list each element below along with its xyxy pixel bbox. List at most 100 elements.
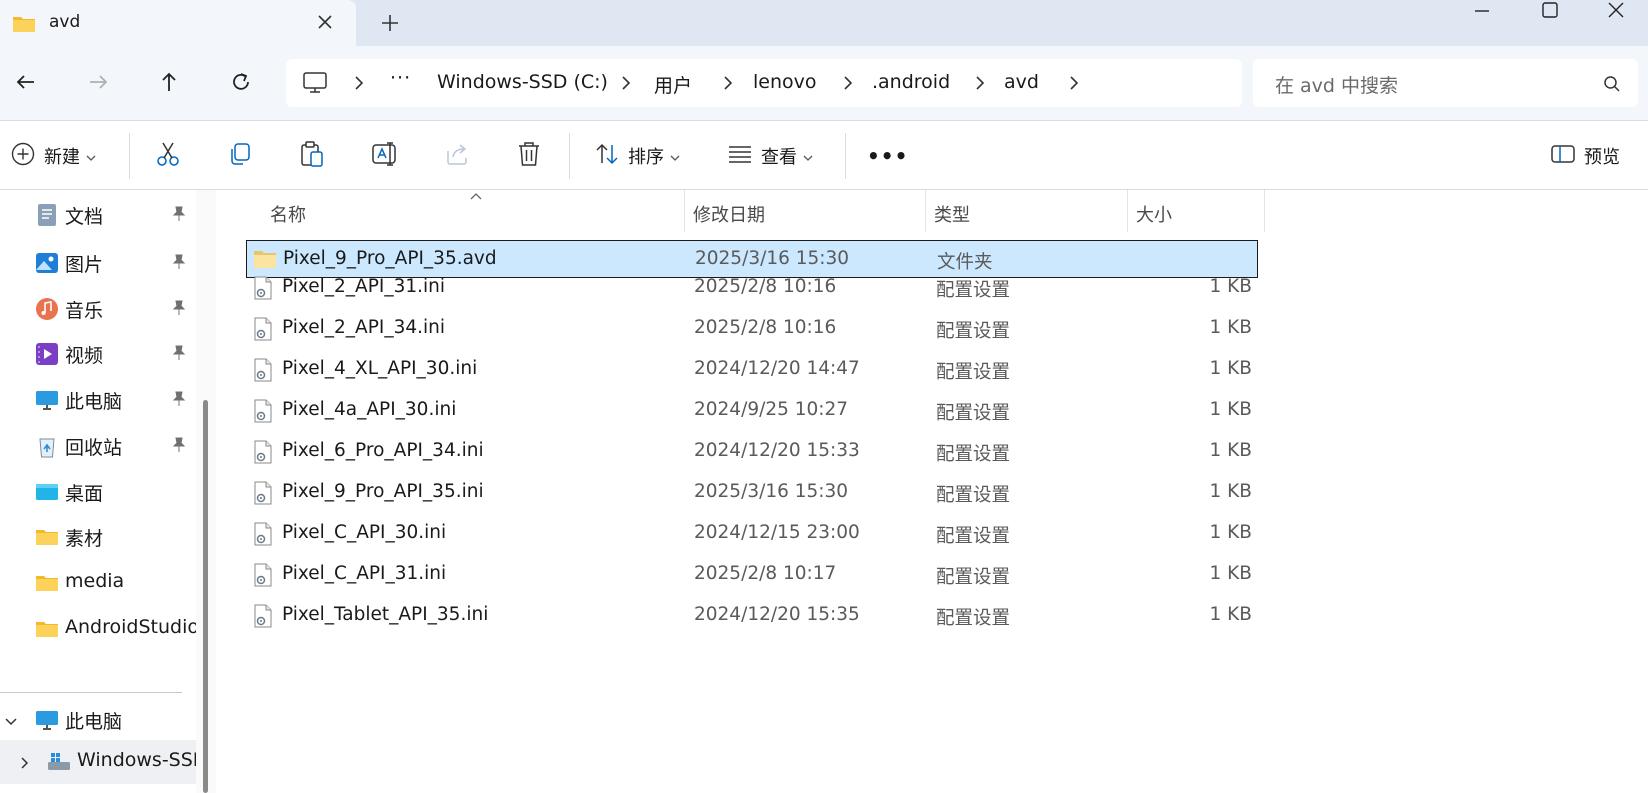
folder-icon: [35, 617, 59, 641]
view-button[interactable]: 查看: [727, 139, 813, 173]
column-header-label: 修改日期: [693, 205, 765, 226]
more-options-button[interactable]: •••: [867, 139, 908, 173]
file-name: Pixel_9_Pro_API_35.ini: [282, 481, 484, 502]
forward-icon[interactable]: [84, 68, 114, 98]
file-type: 配置设置: [936, 280, 1011, 301]
videos-icon: [35, 342, 59, 366]
breadcrumb-users[interactable]: 用户: [654, 71, 692, 98]
sidebar-item-videos[interactable]: 视频: [0, 332, 196, 376]
sidebar-item-label: 桌面: [65, 483, 104, 505]
file-type: 配置设置: [936, 444, 1011, 465]
sidebar-item-this-pc-tree[interactable]: 此电脑: [0, 698, 196, 742]
ini-file-icon: [252, 399, 274, 423]
breadcrumb-overflow[interactable]: ···: [390, 67, 411, 89]
computer-icon: [302, 71, 328, 99]
sidebar-item-this-pc[interactable]: 此电脑: [0, 378, 196, 422]
preview-pane-button[interactable]: 预览: [1550, 139, 1620, 173]
sidebar-item-media[interactable]: media: [0, 561, 196, 605]
cut-icon: [155, 140, 181, 172]
chevron-right-icon[interactable]: [721, 75, 735, 95]
sidebar-item-androidstudio[interactable]: AndroidStudio: [0, 607, 196, 651]
sidebar-item-drive[interactable]: Windows-SSD: [0, 740, 196, 784]
column-divider[interactable]: [1264, 190, 1265, 232]
chevron-right-icon[interactable]: [1067, 75, 1081, 95]
search-icon[interactable]: [1602, 74, 1622, 98]
chevron-right-icon[interactable]: [352, 75, 366, 95]
sidebar-item-recycle-bin[interactable]: 回收站: [0, 424, 196, 468]
more-icon: •••: [867, 144, 909, 168]
copy-button[interactable]: [227, 139, 253, 173]
column-header-size[interactable]: 大小: [1128, 190, 1258, 236]
minimize-icon[interactable]: [1450, 0, 1514, 22]
sidebar-item-pictures[interactable]: 图片: [0, 241, 196, 285]
column-header-modified[interactable]: 修改日期: [685, 190, 915, 236]
table-row[interactable]: Pixel_C_API_30.ini 2024/12/15 23:00 配置设置…: [246, 515, 1258, 553]
sidebar-item-label: 此电脑: [65, 391, 123, 413]
breadcrumb-avd[interactable]: avd: [1004, 71, 1039, 93]
command-bar: 新建 排序 查看 ••• 预览: [0, 120, 1648, 190]
toolbar-divider: [129, 133, 130, 179]
cut-button[interactable]: [155, 139, 181, 173]
chevron-right-icon[interactable]: [20, 755, 30, 774]
pin-icon[interactable]: [172, 345, 186, 365]
back-icon[interactable]: [12, 68, 42, 98]
table-row[interactable]: Pixel_C_API_31.ini 2025/2/8 10:17 配置设置 1…: [246, 556, 1258, 594]
pin-icon[interactable]: [172, 391, 186, 411]
table-row[interactable]: Pixel_2_API_34.ini 2025/2/8 10:16 配置设置 1…: [246, 310, 1258, 348]
address-bar[interactable]: ··· Windows-SSD (C:) 用户 lenovo .android …: [286, 59, 1242, 107]
maximize-icon[interactable]: [1518, 0, 1582, 22]
file-name: Pixel_4_XL_API_30.ini: [282, 358, 478, 379]
chevron-right-icon[interactable]: [973, 75, 987, 95]
sidebar-item-desktop[interactable]: 桌面: [0, 470, 196, 514]
new-button[interactable]: 新建: [10, 139, 96, 173]
folder-icon: [12, 14, 36, 38]
share-icon: [444, 141, 470, 171]
pin-icon[interactable]: [172, 254, 186, 274]
rename-button[interactable]: [371, 139, 399, 173]
tab-avd[interactable]: avd: [0, 0, 356, 46]
file-size: 1 KB: [1209, 563, 1252, 584]
sort-label: 排序: [628, 147, 664, 168]
close-tab-icon[interactable]: [313, 10, 337, 34]
refresh-icon[interactable]: [227, 68, 257, 98]
pin-icon[interactable]: [172, 437, 186, 457]
file-type: 配置设置: [936, 567, 1011, 588]
file-type: 配置设置: [936, 321, 1011, 342]
column-header-name[interactable]: 名称: [220, 190, 684, 236]
close-window-icon[interactable]: [1584, 0, 1648, 22]
table-row[interactable]: Pixel_4a_API_30.ini 2024/9/25 10:27 配置设置…: [246, 392, 1258, 430]
breadcrumb-drive[interactable]: Windows-SSD (C:): [437, 71, 608, 93]
chevron-down-icon[interactable]: [4, 712, 18, 731]
view-label: 查看: [761, 147, 797, 168]
chevron-right-icon[interactable]: [619, 75, 633, 95]
column-header-type[interactable]: 类型: [926, 190, 1126, 236]
breadcrumb-android[interactable]: .android: [872, 71, 950, 93]
share-button[interactable]: [444, 139, 470, 173]
paste-button[interactable]: [299, 139, 325, 173]
chevron-right-icon[interactable]: [841, 75, 855, 95]
up-icon[interactable]: [155, 68, 185, 98]
file-list: 名称 修改日期 类型 大小 Pixel_9_Pro_API_35.avd 202…: [220, 190, 1648, 793]
table-row[interactable]: Pixel_6_Pro_API_34.ini 2024/12/20 15:33 …: [246, 433, 1258, 471]
sort-button[interactable]: 排序: [594, 139, 680, 173]
new-tab-icon[interactable]: [378, 11, 402, 35]
sidebar-scrollbar-thumb[interactable]: [203, 400, 208, 793]
documents-icon: [35, 203, 59, 227]
table-row[interactable]: Pixel_9_Pro_API_35.ini 2025/3/16 15:30 配…: [246, 474, 1258, 512]
file-type: 配置设置: [936, 403, 1011, 424]
copy-icon: [227, 141, 253, 171]
music-icon: [35, 297, 59, 321]
search-box[interactable]: 在 avd 中搜索: [1253, 59, 1638, 107]
pin-icon[interactable]: [172, 300, 186, 320]
breadcrumb-lenovo[interactable]: lenovo: [753, 71, 817, 93]
pin-icon[interactable]: [172, 206, 186, 226]
sidebar-item-sucai[interactable]: 素材: [0, 515, 196, 559]
delete-button[interactable]: [516, 139, 542, 173]
file-type: 配置设置: [936, 526, 1011, 547]
sidebar-item-documents[interactable]: 文档: [0, 193, 196, 237]
table-row[interactable]: Pixel_4_XL_API_30.ini 2024/12/20 14:47 配…: [246, 351, 1258, 389]
sidebar-item-music[interactable]: 音乐: [0, 287, 196, 331]
table-row[interactable]: Pixel_Tablet_API_35.ini 2024/12/20 15:35…: [246, 597, 1258, 635]
table-row[interactable]: Pixel_2_API_31.ini 2025/2/8 10:16 配置设置 1…: [246, 269, 1258, 307]
file-size: 1 KB: [1209, 317, 1252, 338]
